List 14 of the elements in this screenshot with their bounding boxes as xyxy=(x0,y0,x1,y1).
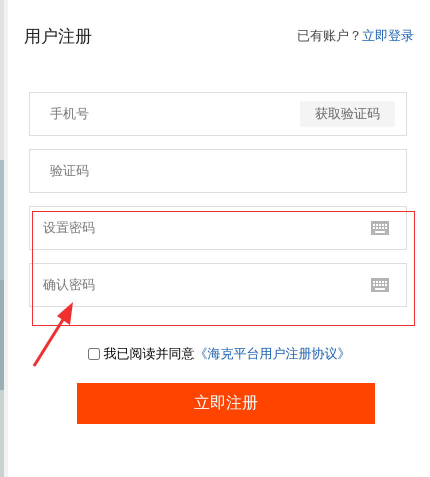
input-field[interactable]: 验证码 xyxy=(29,149,407,193)
page-title: 用户注册 xyxy=(24,26,92,48)
agreement-link[interactable]: 《海克平台用户注册协议》 xyxy=(194,345,350,363)
input-field[interactable]: 设置密码 xyxy=(29,206,407,250)
agreement-text: 我已阅读并同意 xyxy=(104,346,194,363)
register-button[interactable]: 立即注册 xyxy=(77,383,375,424)
login-prompt: 已有账户？ xyxy=(297,28,362,45)
get-code-button[interactable]: 获取验证码 xyxy=(300,101,395,127)
agree-checkbox[interactable] xyxy=(88,348,100,360)
input-field[interactable]: 确认密码 xyxy=(29,263,407,307)
keyboard-icon[interactable] xyxy=(371,221,389,235)
keyboard-icon[interactable] xyxy=(371,278,389,292)
login-link[interactable]: 立即登录 xyxy=(362,27,414,45)
annotation-arrow xyxy=(32,302,73,367)
